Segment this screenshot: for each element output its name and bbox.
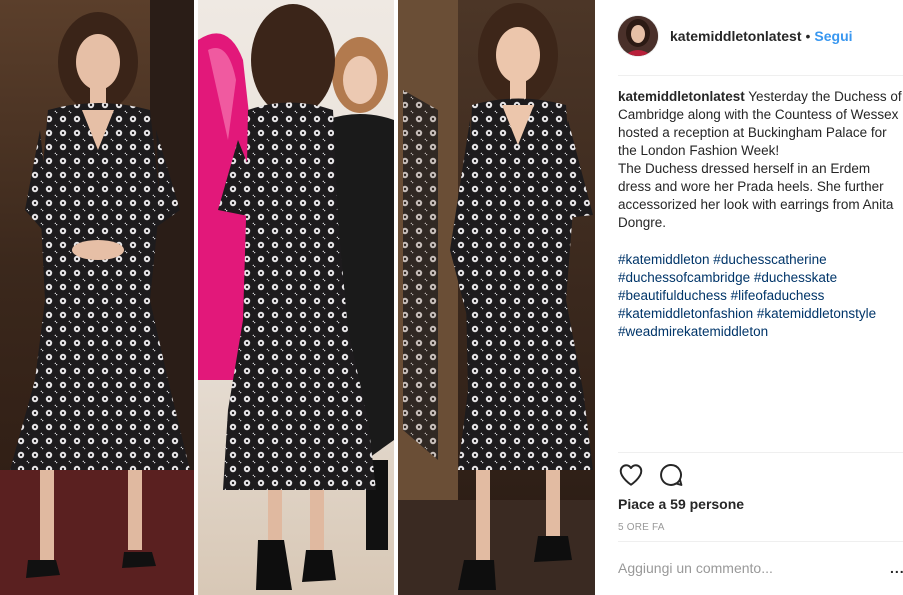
more-options-icon[interactable]: ... — [890, 560, 903, 576]
post-header: katemiddletonlatest • Segui — [618, 16, 903, 56]
comment-divider — [618, 541, 903, 542]
hashtag-line[interactable]: #katemiddleton #duchesscatherine — [618, 251, 903, 269]
caption-username[interactable]: katemiddletonlatest — [618, 89, 745, 104]
duchess-figure-middle — [198, 4, 394, 590]
hashtag-line[interactable]: #beautifulduchess #lifeofaduchess — [618, 287, 903, 305]
post-actions — [618, 462, 698, 488]
duchess-figure-left — [0, 0, 194, 595]
heart-icon[interactable] — [618, 462, 644, 488]
duchess-figure-right — [398, 0, 595, 595]
photo-panel-right — [398, 0, 595, 595]
hashtag-line[interactable]: #duchessofcambridge #duchesskate — [618, 269, 903, 287]
post-timestamp[interactable]: 5 ORE FA — [618, 522, 665, 533]
actions-divider — [618, 452, 903, 453]
caption-text-2: The Duchess dressed herself in an Erdem … — [618, 161, 894, 230]
comment-input[interactable]: Aggiungi un commento... — [618, 560, 773, 576]
username-link[interactable]: katemiddletonlatest — [670, 28, 801, 44]
follow-button[interactable]: Segui — [814, 28, 852, 44]
comment-icon[interactable] — [658, 462, 684, 488]
post-sidebar: katemiddletonlatest • Segui katemiddleto… — [604, 0, 903, 595]
hashtag-line[interactable]: #katemiddletonfashion #katemiddletonstyl… — [618, 305, 903, 323]
post-photo[interactable] — [0, 0, 595, 595]
hashtag-list: #katemiddleton #duchesscatherine #duches… — [618, 251, 903, 341]
post-caption: katemiddletonlatest Yesterday the Duches… — [618, 88, 903, 232]
photo-panel-left — [0, 0, 194, 595]
hashtag-line[interactable]: #weadmirekatemiddleton — [618, 323, 903, 341]
header-dot: • — [805, 28, 811, 44]
likes-count[interactable]: Piace a 59 persone — [618, 496, 744, 512]
photo-panel-middle — [198, 0, 394, 595]
avatar[interactable] — [618, 16, 658, 56]
header-divider — [618, 75, 903, 76]
